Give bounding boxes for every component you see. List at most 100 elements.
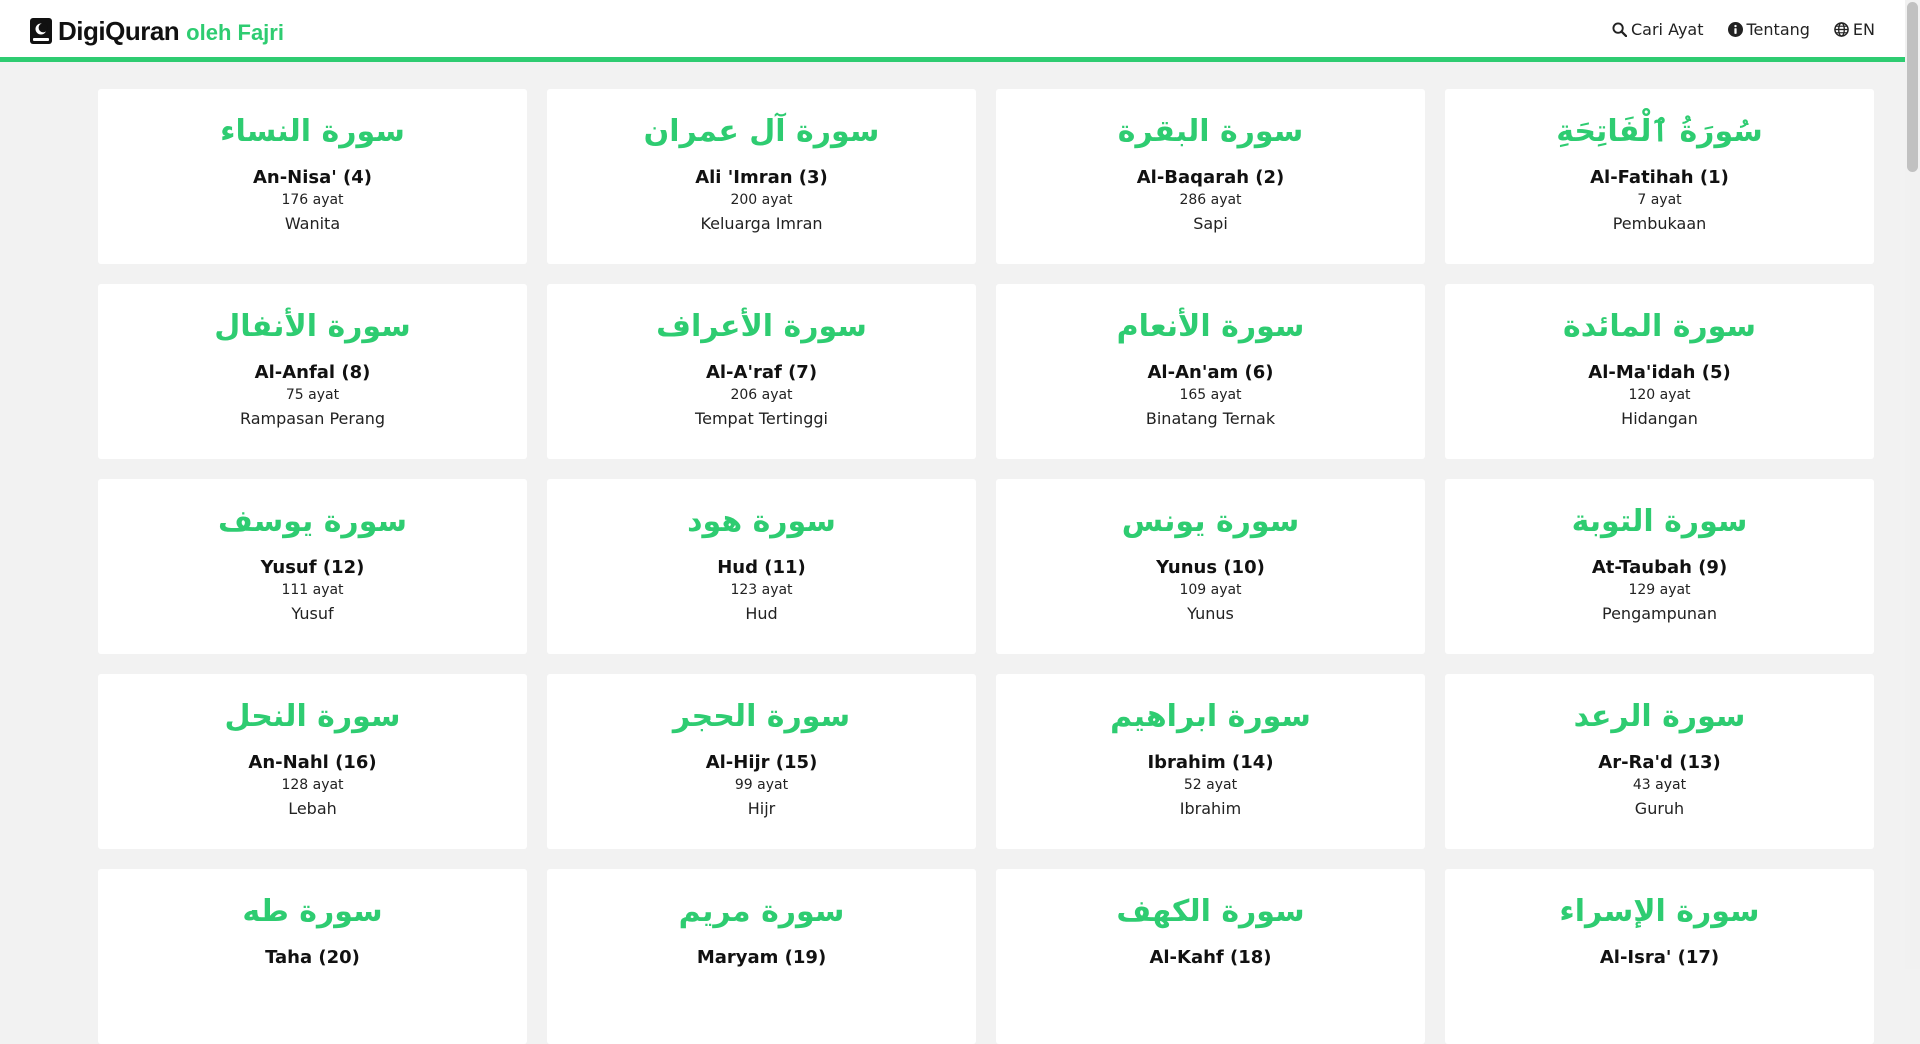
- nav-about-label: Tentang: [1746, 20, 1810, 39]
- surah-arabic-name: سورة آل عمران: [643, 114, 880, 149]
- surah-card[interactable]: سورة يوسف Yusuf (12) 111 ayat Yusuf: [98, 479, 527, 654]
- surah-card[interactable]: سورة الإسراء Al-Isra' (17): [1445, 869, 1874, 1044]
- surah-meaning: Keluarga Imran: [700, 214, 823, 233]
- surah-ayat-count: 286 ayat: [1179, 192, 1242, 208]
- surah-arabic-name: سورة الرعد: [1573, 699, 1746, 734]
- surah-ayat-count: 109 ayat: [1179, 582, 1242, 598]
- surah-card[interactable]: سورة الرعد Ar-Ra'd (13) 43 ayat Guruh: [1445, 674, 1874, 849]
- surah-arabic-name: سورة الإسراء: [1559, 894, 1760, 929]
- surah-ayat-count: 75 ayat: [285, 387, 340, 403]
- surah-card[interactable]: سورة مريم Maryam (19): [547, 869, 976, 1044]
- surah-card[interactable]: سورة المائدة Al-Ma'idah (5) 120 ayat Hid…: [1445, 284, 1874, 459]
- surah-ayat-count: 7 ayat: [1637, 192, 1682, 208]
- surah-ayat-count: 43 ayat: [1632, 777, 1687, 793]
- surah-latin-name: An-Nahl (16): [248, 752, 377, 773]
- surah-latin-name: Al-Kahf (18): [1149, 947, 1272, 968]
- page-scrollbar[interactable]: [1905, 0, 1920, 969]
- surah-ayat-count: 206 ayat: [730, 387, 793, 403]
- surah-meaning: Hidangan: [1621, 409, 1698, 428]
- surah-card[interactable]: سورة الأنعام Al-An'am (6) 165 ayat Binat…: [996, 284, 1425, 459]
- surah-card[interactable]: سورة التوبة At-Taubah (9) 129 ayat Penga…: [1445, 479, 1874, 654]
- surah-arabic-name: سورة طه: [242, 894, 383, 929]
- surah-meaning: Tempat Tertinggi: [695, 409, 828, 428]
- nav-language-label: EN: [1852, 20, 1875, 39]
- surah-arabic-name: سورة النساء: [220, 114, 405, 149]
- nav-links: Cari Ayat Tentang EN: [1588, 20, 1875, 39]
- surah-latin-name: Yunus (10): [1156, 557, 1265, 578]
- surah-ayat-count: 165 ayat: [1179, 387, 1242, 403]
- surah-latin-name: Al-A'raf (7): [705, 362, 818, 383]
- surah-arabic-name: سورة مريم: [678, 894, 845, 929]
- surah-latin-name: Ar-Ra'd (13): [1598, 752, 1721, 773]
- surah-ayat-count: 120 ayat: [1628, 387, 1691, 403]
- surah-meaning: Hud: [745, 604, 778, 623]
- surah-ayat-count: 99 ayat: [734, 777, 789, 793]
- surah-ayat-count: 176 ayat: [281, 192, 344, 208]
- surah-latin-name: Al-Fatihah (1): [1590, 167, 1729, 188]
- quran-book-icon: [30, 18, 52, 44]
- surah-card[interactable]: سورة الكهف Al-Kahf (18): [996, 869, 1425, 1044]
- nav-about-link[interactable]: Tentang: [1727, 20, 1810, 39]
- nav-language-link[interactable]: EN: [1834, 20, 1875, 39]
- surah-latin-name: An-Nisa' (4): [252, 167, 373, 188]
- surah-latin-name: Al-An'am (6): [1147, 362, 1274, 383]
- surah-latin-name: Al-Hijr (15): [705, 752, 818, 773]
- surah-card[interactable]: سورة الأعراف Al-A'raf (7) 206 ayat Tempa…: [547, 284, 976, 459]
- surah-meaning: Sapi: [1193, 214, 1228, 233]
- surah-meaning: Yunus: [1187, 604, 1234, 623]
- surah-arabic-name: سورة هود: [687, 504, 836, 539]
- surah-meaning: Binatang Ternak: [1145, 409, 1276, 428]
- surah-arabic-name: سورة الأنعام: [1116, 309, 1305, 344]
- surah-meaning: Ibrahim: [1179, 799, 1242, 818]
- surah-latin-name: Ibrahim (14): [1147, 752, 1274, 773]
- surah-arabic-name: سورة النحل: [224, 699, 401, 734]
- surah-arabic-name: سورة التوبة: [1571, 504, 1748, 539]
- surah-card[interactable]: سورة يونس Yunus (10) 109 ayat Yunus: [996, 479, 1425, 654]
- surah-meaning: Guruh: [1634, 799, 1685, 818]
- surah-card[interactable]: سورة هود Hud (11) 123 ayat Hud: [547, 479, 976, 654]
- surah-latin-name: Al-Isra' (17): [1599, 947, 1720, 968]
- surah-arabic-name: سورة الحجر: [672, 699, 851, 734]
- surah-latin-name: At-Taubah (9): [1591, 557, 1728, 578]
- surah-latin-name: Maryam (19): [696, 947, 827, 968]
- brand-link[interactable]: DigiQuran oleh Fajri: [30, 16, 284, 46]
- surah-latin-name: Taha (20): [265, 947, 360, 968]
- surah-arabic-name: سورة المائدة: [1563, 309, 1756, 344]
- surah-card[interactable]: سورة النساء An-Nisa' (4) 176 ayat Wanita: [98, 89, 527, 264]
- surah-card[interactable]: سورة الحجر Al-Hijr (15) 99 ayat Hijr: [547, 674, 976, 849]
- surah-latin-name: Al-Ma'idah (5): [1588, 362, 1731, 383]
- surah-arabic-name: سورة يونس: [1121, 504, 1300, 539]
- surah-latin-name: Al-Anfal (8): [254, 362, 371, 383]
- surah-card[interactable]: سورة آل عمران Ali 'Imran (3) 200 ayat Ke…: [547, 89, 976, 264]
- surah-card[interactable]: سورة ابراهيم Ibrahim (14) 52 ayat Ibrahi…: [996, 674, 1425, 849]
- surah-meaning: Rampasan Perang: [239, 409, 386, 428]
- globe-icon: [1834, 22, 1849, 37]
- surah-arabic-name: سُورَةُ ٱلْفَاتِحَةِ: [1556, 114, 1763, 149]
- surah-meaning: Yusuf: [291, 604, 334, 623]
- search-icon: [1612, 22, 1627, 37]
- surah-arabic-name: سورة الكهف: [1116, 894, 1305, 929]
- scrollbar-thumb[interactable]: [1907, 2, 1918, 172]
- surah-card[interactable]: سُورَةُ ٱلْفَاتِحَةِ Al-Fatihah (1) 7 ay…: [1445, 89, 1874, 264]
- surah-card[interactable]: سورة الأنفال Al-Anfal (8) 75 ayat Rampas…: [98, 284, 527, 459]
- nav-search-link[interactable]: Cari Ayat: [1612, 20, 1704, 39]
- info-icon: [1727, 22, 1743, 37]
- surah-meaning: Pembukaan: [1612, 214, 1707, 233]
- surah-latin-name: Hud (11): [717, 557, 806, 578]
- surah-meaning: Lebah: [288, 799, 337, 818]
- surah-ayat-count: 52 ayat: [1183, 777, 1238, 793]
- surah-latin-name: Ali 'Imran (3): [695, 167, 828, 188]
- nav-search-label: Cari Ayat: [1631, 20, 1704, 39]
- surah-ayat-count: 111 ayat: [281, 582, 344, 598]
- surah-ayat-count: 129 ayat: [1628, 582, 1691, 598]
- surah-arabic-name: سورة البقرة: [1117, 114, 1304, 149]
- navbar: DigiQuran oleh Fajri Cari Ayat Tentang E…: [0, 0, 1905, 62]
- surah-ayat-count: 123 ayat: [730, 582, 793, 598]
- surah-arabic-name: سورة ابراهيم: [1110, 699, 1311, 734]
- surah-card[interactable]: سورة البقرة Al-Baqarah (2) 286 ayat Sapi: [996, 89, 1425, 264]
- surah-card[interactable]: سورة النحل An-Nahl (16) 128 ayat Lebah: [98, 674, 527, 849]
- surah-arabic-name: سورة الأعراف: [656, 309, 867, 344]
- surah-arabic-name: سورة الأنفال: [214, 309, 411, 344]
- surah-meaning: Hijr: [747, 799, 776, 818]
- surah-card[interactable]: سورة طه Taha (20): [98, 869, 527, 1044]
